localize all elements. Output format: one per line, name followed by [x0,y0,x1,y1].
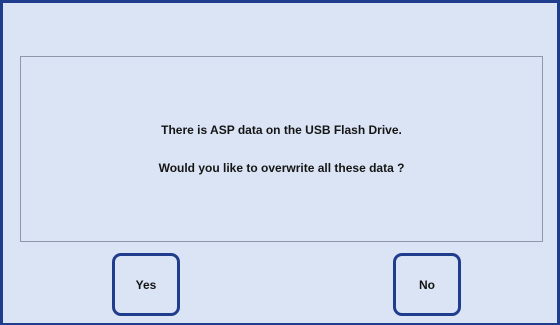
no-button[interactable]: No [393,253,461,316]
confirm-overwrite-dialog: There is ASP data on the USB Flash Drive… [0,0,560,325]
message-line-asp-data: There is ASP data on the USB Flash Drive… [161,123,402,137]
yes-button[interactable]: Yes [112,253,180,316]
message-panel: There is ASP data on the USB Flash Drive… [20,56,543,242]
message-line-overwrite-question: Would you like to overwrite all these da… [158,161,405,175]
